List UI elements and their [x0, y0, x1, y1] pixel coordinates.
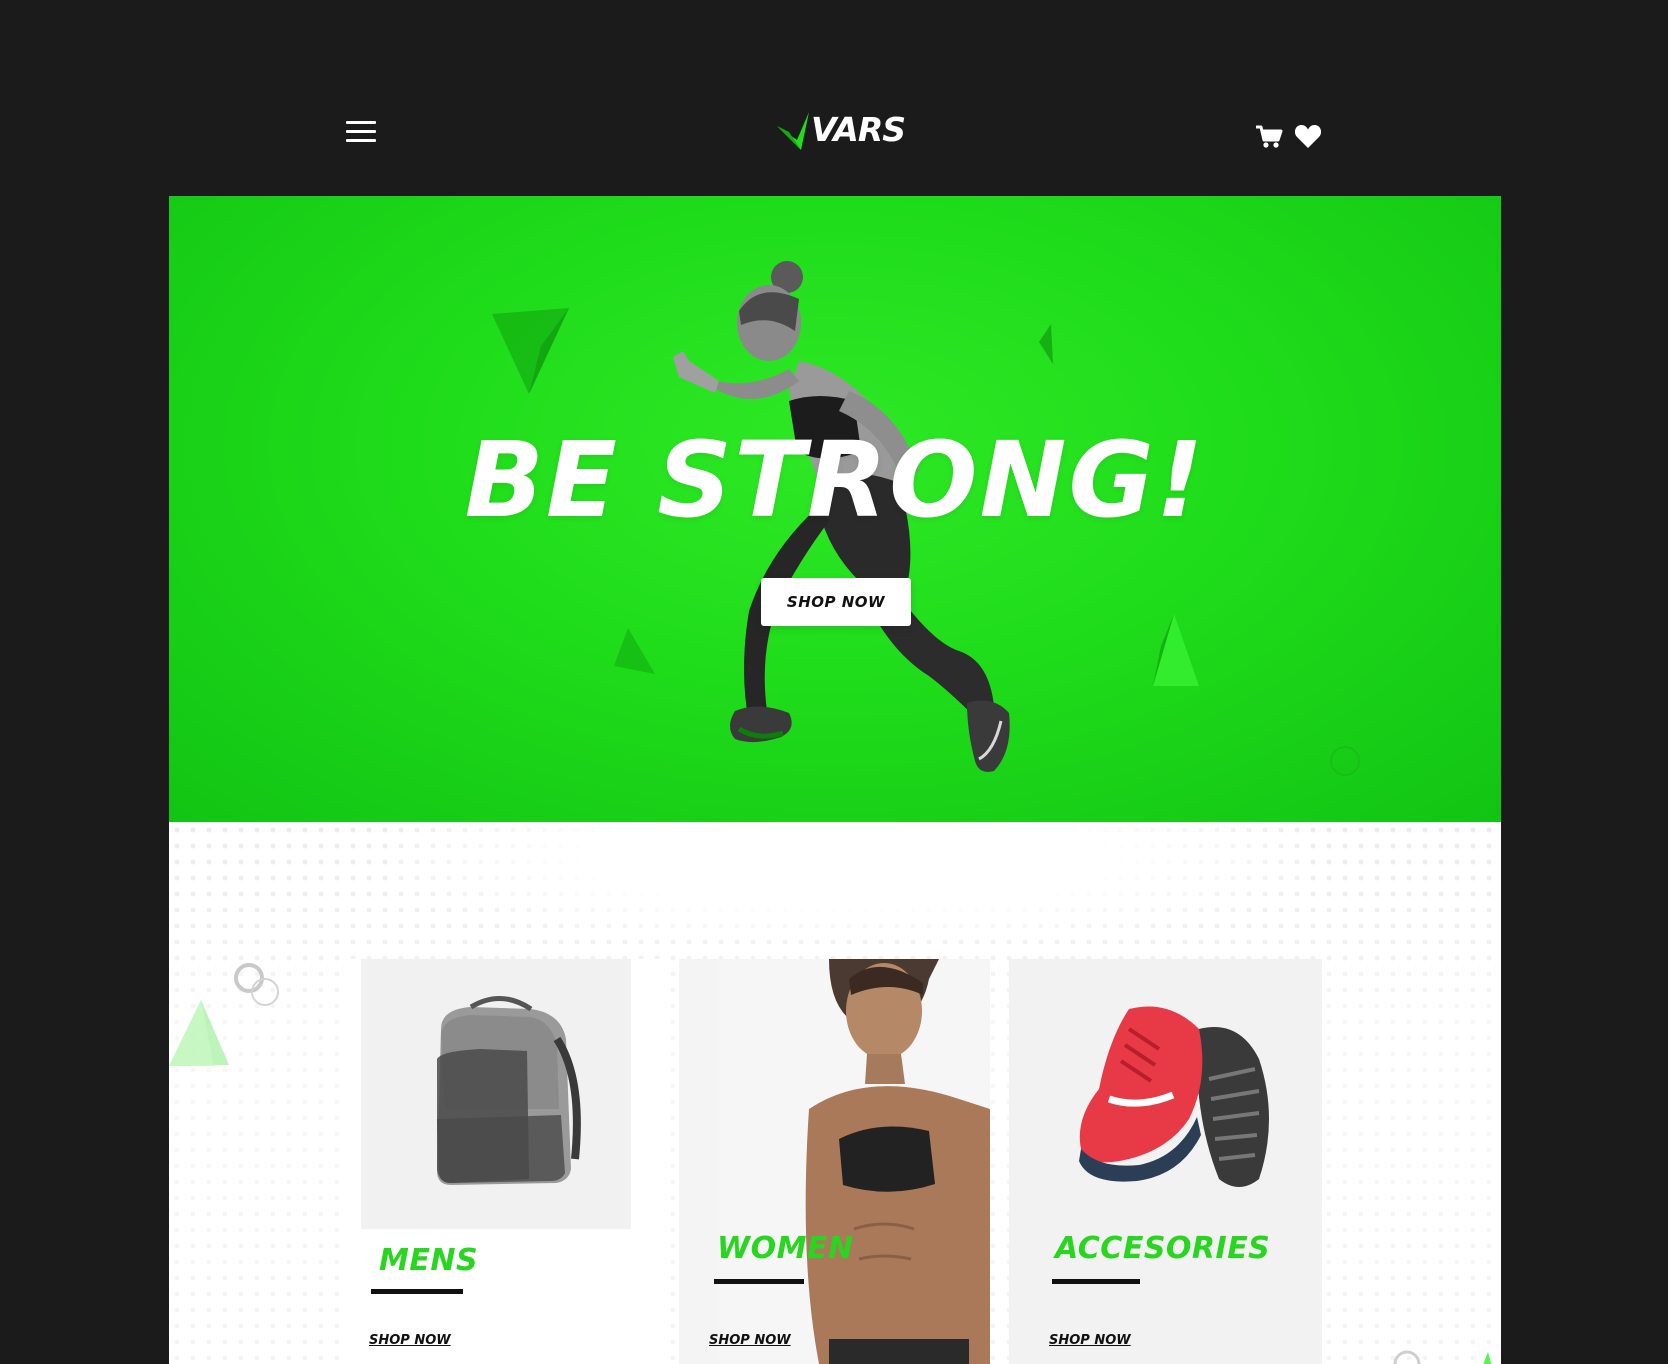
top-navigation-bar: VARS	[0, 0, 1668, 196]
accessories-shop-now-link[interactable]: SHOP NOW	[1049, 1333, 1131, 1348]
women-shop-now-link[interactable]: SHOP NOW	[709, 1333, 791, 1348]
brand-logo[interactable]: VARS	[775, 106, 906, 156]
hamburger-menu-icon[interactable]	[346, 121, 376, 143]
heart-icon[interactable]	[1294, 123, 1322, 149]
category-card-women[interactable]: WOMEN SHOP NOW	[679, 959, 990, 1364]
mens-shop-now-link[interactable]: SHOP NOW	[369, 1333, 451, 1348]
triangle-decoration	[169, 1000, 229, 1066]
sneakers-image	[1079, 1006, 1269, 1187]
women-underline	[714, 1279, 804, 1284]
category-label-accessories: ACCESORIES	[1055, 1231, 1271, 1266]
category-card-mens[interactable]: MENS SHOP NOW	[349, 959, 662, 1364]
logo-check-icon	[777, 112, 809, 150]
bottom-decoration	[1393, 1350, 1492, 1364]
hero-banner: BE STRONG! SHOP NOW	[169, 196, 1501, 822]
hero-headline: BE STRONG!	[464, 419, 1206, 541]
rings-decoration	[234, 963, 279, 1006]
mens-image-frame	[361, 959, 631, 1229]
category-label-mens: MENS	[379, 1243, 479, 1278]
mens-underline	[371, 1289, 463, 1294]
accessories-underline	[1052, 1279, 1140, 1284]
backpack-image	[437, 996, 581, 1185]
logo-wordmark: VARS	[811, 110, 906, 149]
shopping-cart-icon[interactable]	[1255, 124, 1283, 150]
woman-athlete-image	[719, 959, 990, 1364]
section-fade	[399, 822, 1299, 942]
category-section: MENS SHOP NOW WOMEN SHOP NOW ACCESORIES …	[169, 822, 1501, 1364]
category-card-accessories[interactable]: ACCESORIES SHOP NOW	[1009, 959, 1322, 1364]
hero-shop-now-button[interactable]: SHOP NOW	[761, 578, 911, 626]
category-label-women: WOMEN	[717, 1231, 854, 1266]
